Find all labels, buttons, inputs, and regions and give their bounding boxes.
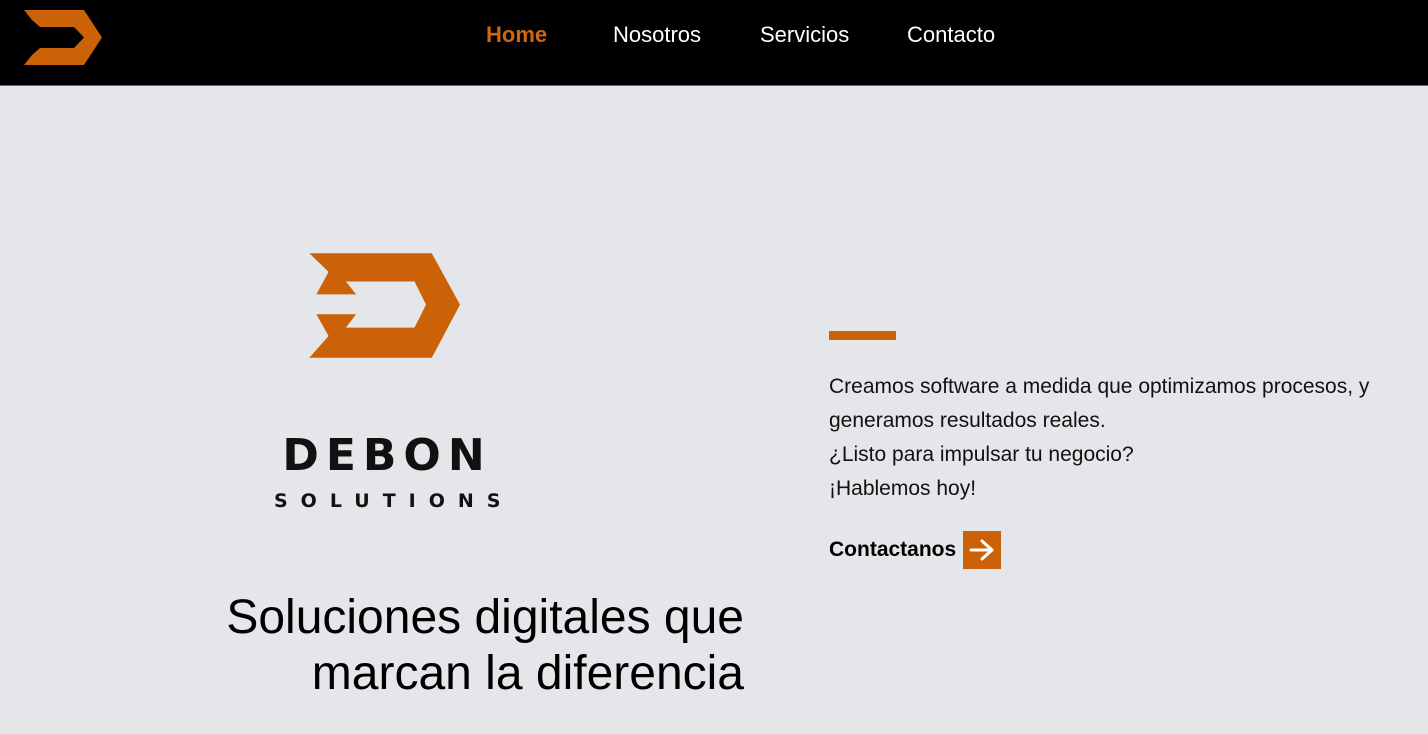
hero-headline-line1: Soluciones digitales que	[226, 591, 744, 644]
arrow-right-icon[interactable]	[963, 531, 1002, 569]
brand-name: DEBON	[282, 430, 492, 481]
nav-servicios-link[interactable]: Servicios	[760, 22, 849, 48]
contactanos-label: Contactanos	[829, 538, 957, 561]
intro-line: generamos resultados reales.	[829, 409, 1106, 432]
main-nav: Home Nosotros Servicios Contacto	[0, 0, 1428, 72]
accent-divider	[829, 331, 896, 340]
brand-subtitle: SOLUTIONS	[274, 490, 514, 512]
hero-headline-line2: marcan la diferencia	[311, 647, 744, 700]
intro-line: ¿Listo para impulsar tu negocio?	[829, 443, 1134, 466]
intro-line: ¡Hablemos hoy!	[829, 477, 977, 500]
hero-intro-text: Creamos software a medida que optimizamo…	[829, 370, 1419, 506]
hero-headline: Soluciones digitales que marcan la difer…	[150, 590, 744, 702]
intro-line: Creamos software a medida que optimizamo…	[829, 375, 1370, 398]
contactanos-button[interactable]: Contactanos	[829, 531, 1002, 569]
nav-contacto-link[interactable]: Contacto	[907, 22, 995, 48]
top-navbar: Home Nosotros Servicios Contacto	[0, 0, 1428, 86]
debon-hero-logo-icon	[309, 253, 461, 358]
nav-home-link[interactable]: Home	[486, 22, 547, 48]
nav-nosotros-link[interactable]: Nosotros	[613, 22, 701, 48]
